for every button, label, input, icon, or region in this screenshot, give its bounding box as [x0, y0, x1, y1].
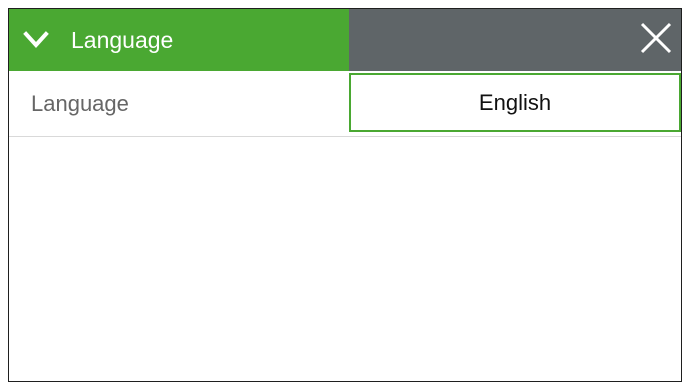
header-bar: [349, 9, 681, 71]
panel-header: Language: [9, 9, 681, 71]
language-panel: Language Language English: [8, 8, 682, 382]
setting-row-language: Language English: [9, 71, 681, 137]
setting-label: Language: [31, 90, 129, 116]
panel-title: Language: [71, 26, 174, 53]
close-icon: [639, 21, 673, 60]
chevron-down-icon: [23, 30, 49, 50]
panel-toggle[interactable]: Language: [9, 9, 349, 71]
close-button[interactable]: [637, 21, 675, 59]
language-selector[interactable]: English: [349, 73, 681, 132]
